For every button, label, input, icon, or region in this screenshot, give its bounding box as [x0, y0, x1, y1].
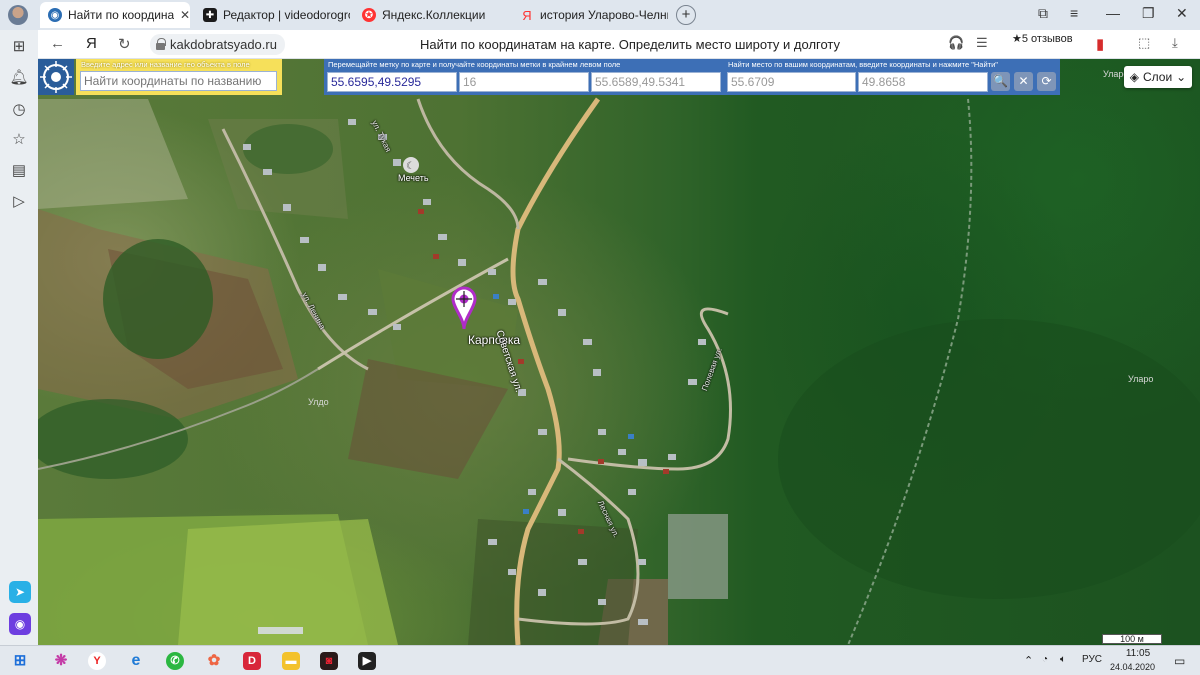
tray-chevron-icon[interactable]: ⌃: [1024, 654, 1033, 667]
file-explorer-icon[interactable]: ▬: [282, 652, 300, 670]
map-imagery: ☾: [38, 97, 1200, 645]
yandex-icon: Я: [522, 7, 532, 23]
bookmark-tabs-icon[interactable]: ⧉: [1038, 5, 1048, 22]
favorites-icon[interactable]: ☆: [9, 130, 29, 150]
extension-icon[interactable]: ⬚: [1138, 35, 1150, 51]
yandex-browser-icon[interactable]: Y: [88, 652, 106, 670]
clear-button[interactable]: ✕: [1014, 72, 1033, 91]
place-label: Уларо: [1128, 374, 1154, 384]
address-bar: ← Я ↻ kakdobratsyado.ru Найти по координ…: [0, 30, 1200, 59]
apps-grid-icon[interactable]: ⊞: [9, 37, 29, 57]
menu-icon[interactable]: ≡: [1070, 5, 1078, 21]
play-icon[interactable]: ▷: [9, 192, 29, 212]
satellite-map[interactable]: ☾ Карповка Мечеть Советская ул. ул. Лени…: [38, 59, 1200, 645]
app-camera-icon[interactable]: ◙: [320, 652, 338, 670]
download-icon[interactable]: ⤓: [1172, 35, 1178, 51]
mosque-label: Мечеть: [398, 173, 429, 183]
tab-title: история Уларово-Челны: [540, 8, 668, 22]
headphones-icon[interactable]: 🎧: [948, 35, 964, 51]
paint-app-icon[interactable]: ❋: [52, 652, 70, 670]
tab-collections[interactable]: ✪ Яндекс.Коллекции: [354, 2, 504, 28]
notifications-icon[interactable]: 🔔︎: [9, 68, 29, 88]
center-coords-field[interactable]: 55.6589,49.5341: [591, 72, 721, 92]
close-icon[interactable]: ✕: [180, 8, 190, 22]
new-tab-button[interactable]: +: [676, 5, 696, 25]
back-icon[interactable]: ←: [50, 35, 65, 52]
reload-icon[interactable]: ↻: [118, 35, 131, 53]
alice-app-icon[interactable]: ◉: [9, 613, 31, 635]
messenger-app-icon[interactable]: ➤: [9, 581, 31, 603]
history-icon[interactable]: ◷: [9, 100, 29, 120]
site-logo-icon[interactable]: [38, 59, 74, 95]
collections-icon[interactable]: ▤: [9, 161, 29, 181]
windows-start-icon[interactable]: ⊞: [11, 652, 29, 670]
wifi-icon[interactable]: ◔: [1042, 654, 1048, 665]
plus-icon: ✚: [203, 8, 217, 22]
search-input[interactable]: [80, 71, 277, 91]
marker-coords-field[interactable]: 55.6595,49.5295: [327, 72, 457, 92]
longitude-field[interactable]: 49.8658: [858, 72, 988, 92]
reviews-badge[interactable]: ★5 отзывов: [1012, 32, 1073, 45]
latitude-field[interactable]: 55.6709: [727, 72, 856, 92]
language-indicator[interactable]: РУС: [1082, 654, 1102, 665]
search-panel: Введите адрес или название гео объекта в…: [76, 59, 282, 95]
browser-sidebar: ⊞ 🔔︎ ◷ ☆ ▤ ▷ ➤ ◉: [0, 30, 38, 645]
url-field[interactable]: kakdobratsyado.ru: [150, 34, 285, 55]
tab-bar: ◉ Найти по координатам ✕ ✚ Редактор | vi…: [0, 0, 1200, 30]
reader-icon[interactable]: ☰: [976, 35, 988, 51]
layers-label: Слои: [1142, 70, 1173, 84]
search-hint: Введите адрес или название гео объекта в…: [81, 60, 250, 69]
tab-history[interactable]: Я история Уларово-Челны: [512, 2, 668, 28]
tab-title: Найти по координатам: [68, 8, 174, 22]
notifications-center-icon[interactable]: ▭: [1174, 654, 1185, 668]
yandex-home-icon[interactable]: Я: [86, 35, 97, 52]
layers-icon: ◈: [1129, 70, 1139, 84]
tab-editor[interactable]: ✚ Редактор | videodorogross: [195, 2, 350, 28]
map-scale: 100 м: [1102, 634, 1162, 644]
svg-text:☾: ☾: [406, 161, 415, 172]
profile-avatar[interactable]: [8, 5, 28, 25]
place-label: Улдо: [308, 397, 329, 407]
layers-button[interactable]: ◈ Слои ⌄: [1124, 66, 1192, 88]
volume-icon[interactable]: 🔈︎: [1060, 654, 1066, 665]
bookmark-icon[interactable]: ▮: [1096, 35, 1104, 53]
taskbar: ⊞ ❋ Y e ✆ ✿ D ▬ ◙ ▶ ⌃ ◔ 🔈︎ РУС 11:05 24.…: [0, 645, 1200, 675]
picasa-icon[interactable]: ✿: [205, 652, 223, 670]
tab-title: Яндекс.Коллекции: [382, 8, 486, 22]
lock-icon: [156, 38, 166, 50]
video-player-icon[interactable]: ▶: [358, 652, 376, 670]
globe-icon: ◉: [48, 8, 62, 22]
find-hint: Найти место по вашим координатам, введит…: [728, 60, 998, 69]
restore-icon[interactable]: ❐: [1142, 5, 1155, 22]
close-window-icon[interactable]: ✕: [1176, 5, 1188, 22]
clock-date: 24.04.2020: [1110, 662, 1156, 672]
zoom-field[interactable]: 16: [459, 72, 589, 92]
page-title: Найти по координатам на карте. Определит…: [419, 37, 841, 52]
tab-active[interactable]: ◉ Найти по координатам ✕: [40, 2, 190, 28]
marker-hint: Перемещайте метку по карте и получайте к…: [328, 60, 621, 69]
app-d-icon[interactable]: D: [243, 652, 261, 670]
edge-icon[interactable]: e: [127, 652, 145, 670]
whatsapp-icon[interactable]: ✆: [166, 652, 184, 670]
minimize-icon[interactable]: —: [1106, 5, 1120, 21]
clock-time: 11:05: [1125, 648, 1151, 659]
search-button[interactable]: 🔍: [991, 72, 1010, 91]
tab-title: Редактор | videodorogross: [223, 8, 350, 22]
chevron-down-icon: ⌄: [1176, 70, 1187, 84]
refresh-button[interactable]: ⟳: [1037, 72, 1056, 91]
url-text: kakdobratsyado.ru: [170, 37, 277, 52]
collections-icon: ✪: [362, 8, 376, 22]
